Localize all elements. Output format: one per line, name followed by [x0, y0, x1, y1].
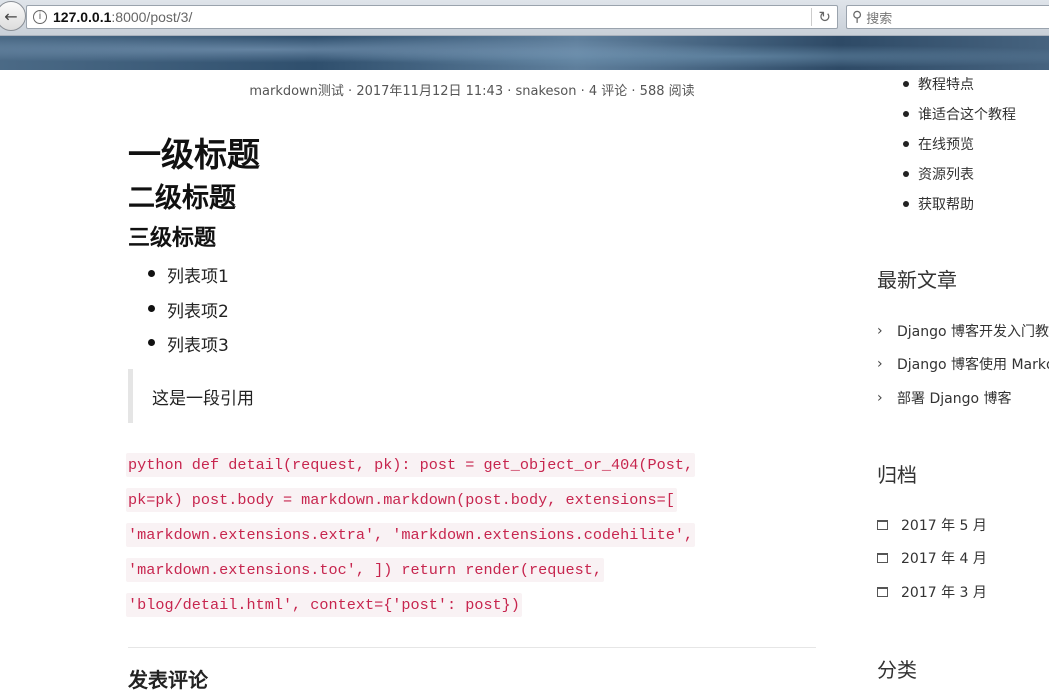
- bullet-icon: [903, 111, 909, 117]
- blockquote: 这是一段引用: [128, 369, 816, 423]
- archive-link[interactable]: 2017 年 5 月: [877, 508, 987, 542]
- back-arrow-icon[interactable]: ←: [0, 1, 26, 31]
- recent-post-link[interactable]: › 部署 Django 博客: [877, 381, 1049, 415]
- calendar-icon: [877, 519, 888, 530]
- bullet-icon: [148, 339, 155, 346]
- heading-level-3: 三级标题: [128, 226, 217, 251]
- bullet-icon: [148, 304, 155, 312]
- search-input[interactable]: ⚲ 搜索: [846, 5, 1049, 29]
- toc-item-label: 教程特点: [918, 77, 974, 93]
- bullet-icon: [903, 141, 909, 147]
- chevron-right-icon: ›: [877, 356, 883, 373]
- recent-post-label: Django 博客开发入门教程: [897, 323, 1049, 340]
- toc-item-label: 获取帮助: [918, 197, 974, 213]
- list-item-text: 列表项3: [167, 336, 229, 356]
- category-title: 分类: [877, 658, 917, 682]
- inline-code-block: python def detail(request, pk): post = g…: [126, 448, 816, 623]
- header-banner-image: [0, 36, 1049, 70]
- recent-post-label: Django 博客使用 Markdown: [897, 357, 1049, 374]
- list-item: 列表项2: [148, 297, 229, 332]
- url-host: 127.0.0.1: [53, 9, 112, 25]
- code-line: 'markdown.extensions.toc', ]) return ren…: [126, 553, 816, 588]
- archive-link[interactable]: 2017 年 4 月: [877, 542, 987, 576]
- list-item-text: 列表项1: [167, 267, 229, 287]
- code-line: 'markdown.extensions.extra', 'markdown.e…: [126, 518, 816, 553]
- code-line: 'blog/detail.html', context={'post': pos…: [126, 588, 816, 623]
- address-bar[interactable]: i 127.0.0.1 :8000/post/3/ ↻: [26, 5, 838, 29]
- info-icon[interactable]: i: [33, 10, 47, 24]
- toc-item[interactable]: 获取帮助: [903, 189, 1016, 219]
- comment-section-heading: 发表评论: [128, 668, 208, 692]
- code-text: python def detail(request, pk): post = g…: [126, 453, 696, 477]
- code-line: pk=pk) post.body = markdown.markdown(pos…: [126, 483, 816, 518]
- toc-item[interactable]: 教程特点: [903, 69, 1016, 99]
- toc-item-label: 资源列表: [918, 167, 974, 183]
- archive-label: 2017 年 5 月: [901, 517, 987, 534]
- calendar-icon: [877, 586, 888, 597]
- recent-post-link[interactable]: › Django 博客开发入门教程: [877, 314, 1049, 348]
- archive-label: 2017 年 3 月: [901, 584, 987, 601]
- code-line: python def detail(request, pk): post = g…: [126, 448, 816, 483]
- url-path: :8000/post/3/: [111, 9, 193, 25]
- section-divider: [128, 647, 816, 648]
- recent-post-link[interactable]: › Django 博客使用 Markdown: [877, 348, 1049, 382]
- post-meta: markdown测试 · 2017年11月12日 11:43 · snakeso…: [249, 84, 695, 99]
- bullet-list: 列表项1 列表项2 列表项3: [148, 262, 229, 366]
- toc-list: 教程特点 谁适合这个教程 在线预览 资源列表 获取帮助: [903, 69, 1016, 219]
- reload-icon[interactable]: ↻: [811, 8, 831, 26]
- code-text: pk=pk) post.body = markdown.markdown(pos…: [126, 488, 677, 512]
- toc-item[interactable]: 资源列表: [903, 159, 1016, 189]
- toc-item-label: 谁适合这个教程: [918, 107, 1016, 123]
- chevron-right-icon: ›: [877, 389, 883, 406]
- list-item: 列表项1: [148, 262, 229, 297]
- search-placeholder: 搜索: [866, 11, 893, 27]
- bullet-icon: [903, 81, 909, 87]
- list-item: 列表项3: [148, 331, 229, 366]
- recent-posts-title: 最新文章: [877, 268, 957, 292]
- code-text: 'blog/detail.html', context={'post': pos…: [126, 593, 522, 617]
- search-icon: ⚲: [852, 9, 863, 25]
- toc-item[interactable]: 谁适合这个教程: [903, 99, 1016, 129]
- bullet-icon: [148, 270, 155, 277]
- chevron-right-icon: ›: [877, 322, 883, 339]
- archive-label: 2017 年 4 月: [901, 551, 987, 568]
- archive-link[interactable]: 2017 年 3 月: [877, 575, 987, 609]
- list-item-text: 列表项2: [167, 301, 229, 322]
- blockquote-text: 这是一段引用: [152, 388, 254, 409]
- browser-toolbar: ← i 127.0.0.1 :8000/post/3/ ↻ ⚲ 搜索: [0, 0, 1049, 36]
- toc-item-label: 在线预览: [918, 137, 974, 153]
- toc-item[interactable]: 在线预览: [903, 129, 1016, 159]
- bullet-icon: [903, 171, 909, 177]
- heading-level-2: 二级标题: [128, 183, 236, 214]
- code-text: 'markdown.extensions.toc', ]) return ren…: [126, 558, 604, 582]
- archive-list: 2017 年 5 月 2017 年 4 月 2017 年 3 月: [877, 508, 987, 609]
- code-text: 'markdown.extensions.extra', 'markdown.e…: [126, 523, 696, 547]
- bullet-icon: [903, 201, 909, 207]
- heading-level-1: 一级标题: [128, 135, 260, 174]
- calendar-icon: [877, 553, 888, 564]
- recent-post-label: 部署 Django 博客: [897, 390, 1012, 407]
- recent-posts-list: › Django 博客开发入门教程 › Django 博客使用 Markdown ›…: [877, 314, 1049, 415]
- archive-title: 归档: [877, 463, 917, 487]
